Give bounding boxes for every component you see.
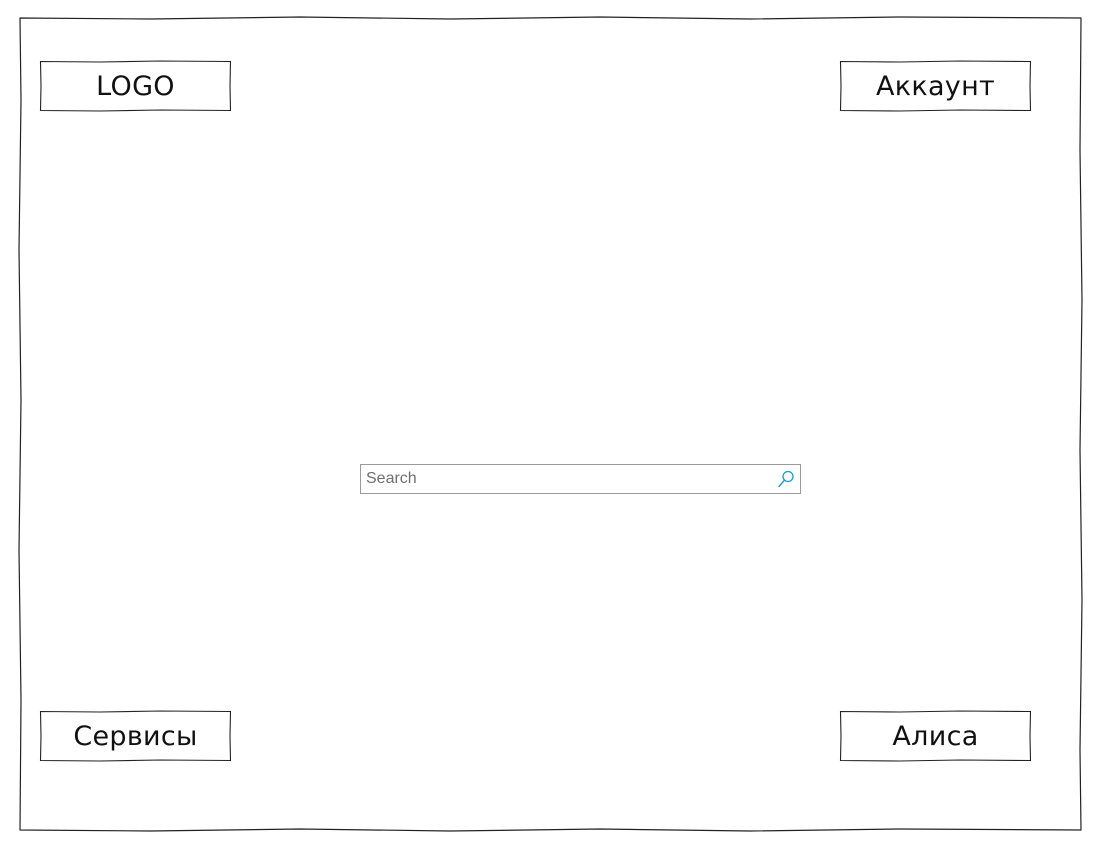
search-bar xyxy=(360,464,801,494)
account-label: Аккаунт xyxy=(875,70,996,102)
alice-button[interactable]: Алиса xyxy=(839,710,1032,762)
services-label: Сервисы xyxy=(73,720,198,752)
search-icon[interactable] xyxy=(776,469,796,489)
services-button[interactable]: Сервисы xyxy=(39,710,232,762)
account-button[interactable]: Аккаунт xyxy=(839,60,1032,112)
alice-label: Алиса xyxy=(892,720,979,752)
logo[interactable]: LOGO xyxy=(39,60,232,112)
search-input[interactable] xyxy=(361,465,771,493)
logo-label: LOGO xyxy=(96,70,175,102)
